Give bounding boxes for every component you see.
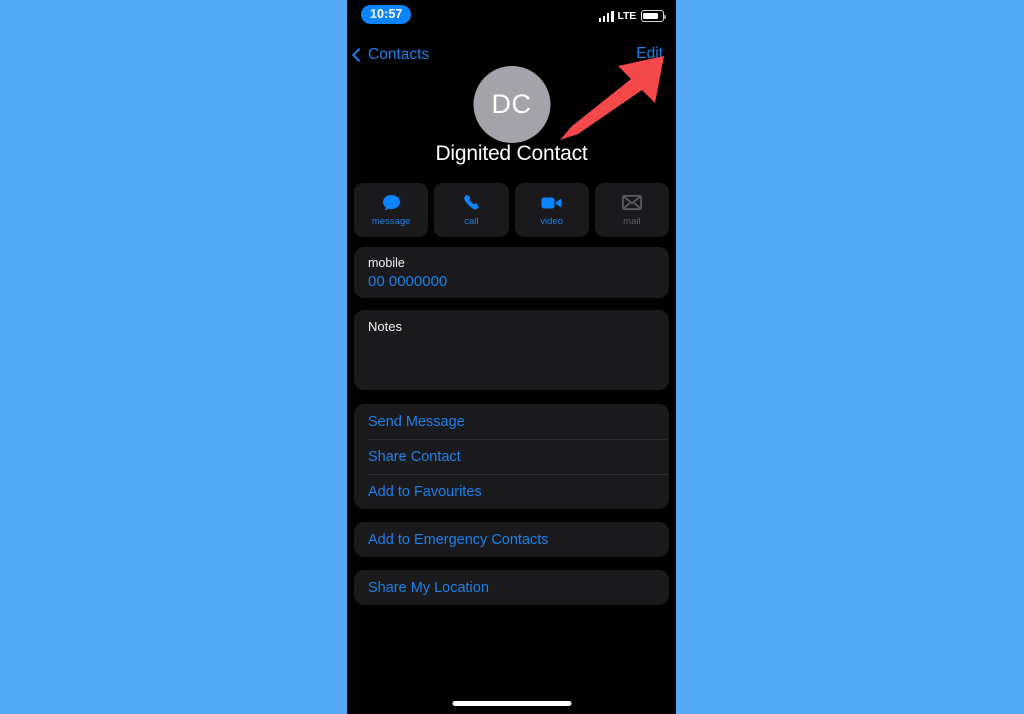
- message-bubble-icon: [382, 194, 401, 212]
- screenshot-stage: 10:57 LTE Contacts Edit DC Dignited Cont…: [0, 0, 1024, 714]
- quick-action-row: message call video mail: [354, 183, 669, 237]
- home-indicator[interactable]: [452, 701, 571, 706]
- share-my-location-card[interactable]: Share My Location: [354, 570, 669, 605]
- back-button-label: Contacts: [368, 46, 430, 63]
- send-message-row[interactable]: Send Message: [354, 404, 669, 439]
- status-bar-indicators: LTE: [598, 9, 667, 23]
- phone-icon: [463, 194, 480, 212]
- battery-icon: [641, 10, 667, 22]
- notes-field-label: Notes: [368, 319, 402, 334]
- call-action-button[interactable]: call: [434, 183, 509, 237]
- message-action-label: message: [371, 215, 411, 227]
- call-action-label: call: [464, 215, 479, 227]
- avatar-initials: DC: [491, 89, 532, 119]
- mail-action-button: mail: [594, 183, 669, 237]
- status-bar: 10:57 LTE: [347, 0, 676, 34]
- share-my-location-label[interactable]: Share My Location: [354, 570, 669, 605]
- contact-actions-group: Send Message Share Contact Add to Favour…: [354, 404, 669, 509]
- video-action-label: video: [540, 215, 563, 227]
- mobile-phone-card[interactable]: mobile 00 0000000: [354, 247, 669, 298]
- envelope-icon: [621, 194, 642, 212]
- cellular-signal-icon: [598, 10, 614, 22]
- back-button-contacts[interactable]: Contacts: [351, 42, 430, 68]
- chevron-left-icon: [351, 47, 367, 63]
- video-camera-icon: [541, 194, 562, 212]
- share-contact-row[interactable]: Share Contact: [354, 439, 669, 474]
- contact-avatar: DC: [473, 66, 550, 143]
- phone-screen: 10:57 LTE Contacts Edit DC Dignited Cont…: [347, 0, 676, 714]
- mobile-field-label: mobile: [368, 256, 405, 270]
- video-action-button[interactable]: video: [514, 183, 589, 237]
- add-to-emergency-contacts-label[interactable]: Add to Emergency Contacts: [354, 522, 669, 557]
- network-type-label: LTE: [617, 10, 637, 22]
- add-to-favourites-row[interactable]: Add to Favourites: [354, 474, 669, 509]
- add-to-emergency-contacts-card[interactable]: Add to Emergency Contacts: [354, 522, 669, 557]
- edit-button[interactable]: Edit: [636, 45, 663, 63]
- contact-name: Dignited Contact: [435, 142, 588, 165]
- mail-action-label: mail: [623, 215, 641, 227]
- mobile-field-value[interactable]: 00 0000000: [368, 272, 655, 292]
- notes-card[interactable]: Notes: [354, 310, 669, 390]
- message-action-button[interactable]: message: [354, 183, 429, 237]
- status-bar-time-pill: 10:57: [361, 5, 412, 24]
